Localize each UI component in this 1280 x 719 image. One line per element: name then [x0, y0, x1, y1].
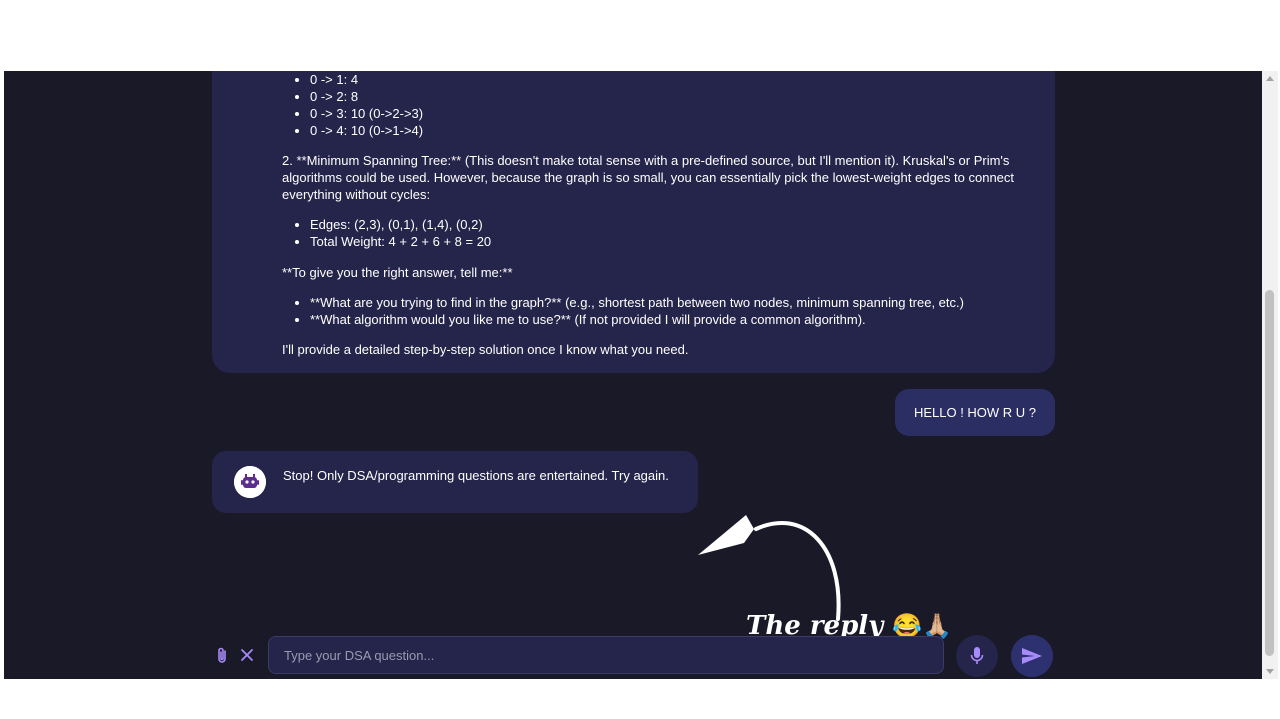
scroll-up-icon[interactable]: [1266, 76, 1274, 81]
ask-item: **What are you trying to find in the gra…: [310, 294, 1031, 311]
send-icon: [1022, 648, 1042, 664]
attach-button[interactable]: [214, 647, 230, 665]
mst-item: Total Weight: 4 + 2 + 6 + 8 = 20: [310, 233, 1031, 250]
ask-list: **What are you trying to find in the gra…: [282, 294, 1031, 328]
clear-button[interactable]: [240, 648, 254, 662]
bot-message: 0 -> 1: 4 0 -> 2: 8 0 -> 3: 10 (0->2->3)…: [212, 71, 1055, 373]
scrollbar[interactable]: [1262, 71, 1278, 679]
bot-reply-text: Stop! Only DSA/programming questions are…: [283, 468, 669, 483]
mst-paragraph: 2. **Minimum Spanning Tree:** (This does…: [282, 153, 1015, 202]
send-button[interactable]: [1011, 635, 1053, 677]
user-message: HELLO ! HOW R U ?: [895, 389, 1055, 436]
chat-app: 0 -> 1: 4 0 -> 2: 8 0 -> 3: 10 (0->2->3)…: [4, 71, 1262, 679]
scroll-down-icon[interactable]: [1266, 669, 1274, 674]
path-item: 0 -> 1: 4: [310, 71, 1031, 88]
path-list: 0 -> 1: 4 0 -> 2: 8 0 -> 3: 10 (0->2->3)…: [282, 71, 1031, 139]
mst-item: Edges: (2,3), (0,1), (1,4), (0,2): [310, 216, 1031, 233]
closing-text: I'll provide a detailed step-by-step sol…: [282, 342, 689, 357]
bot-reply-message: Stop! Only DSA/programming questions are…: [212, 451, 698, 513]
message-input[interactable]: [268, 636, 944, 674]
annotation-arrow-icon: [698, 515, 841, 621]
path-item: 0 -> 4: 10 (0->1->4): [310, 122, 1031, 139]
ask-heading: **To give you the right answer, tell me:…: [282, 265, 513, 280]
user-message-text: HELLO ! HOW R U ?: [913, 405, 1037, 420]
mic-button[interactable]: [956, 635, 998, 677]
mst-list: Edges: (2,3), (0,1), (1,4), (0,2) Total …: [282, 216, 1031, 250]
microphone-icon: [970, 647, 984, 664]
bot-message-content: 0 -> 1: 4 0 -> 2: 8 0 -> 3: 10 (0->2->3)…: [282, 71, 1031, 358]
ask-item: **What algorithm would you like me to us…: [310, 311, 1031, 328]
close-icon: [241, 649, 253, 661]
bot-avatar: [234, 466, 266, 498]
robot-icon: [234, 466, 266, 498]
path-item: 0 -> 2: 8: [310, 88, 1031, 105]
scrollbar-thumb[interactable]: [1265, 290, 1274, 656]
paperclip-icon: [218, 647, 226, 663]
path-item: 0 -> 3: 10 (0->2->3): [310, 105, 1031, 122]
